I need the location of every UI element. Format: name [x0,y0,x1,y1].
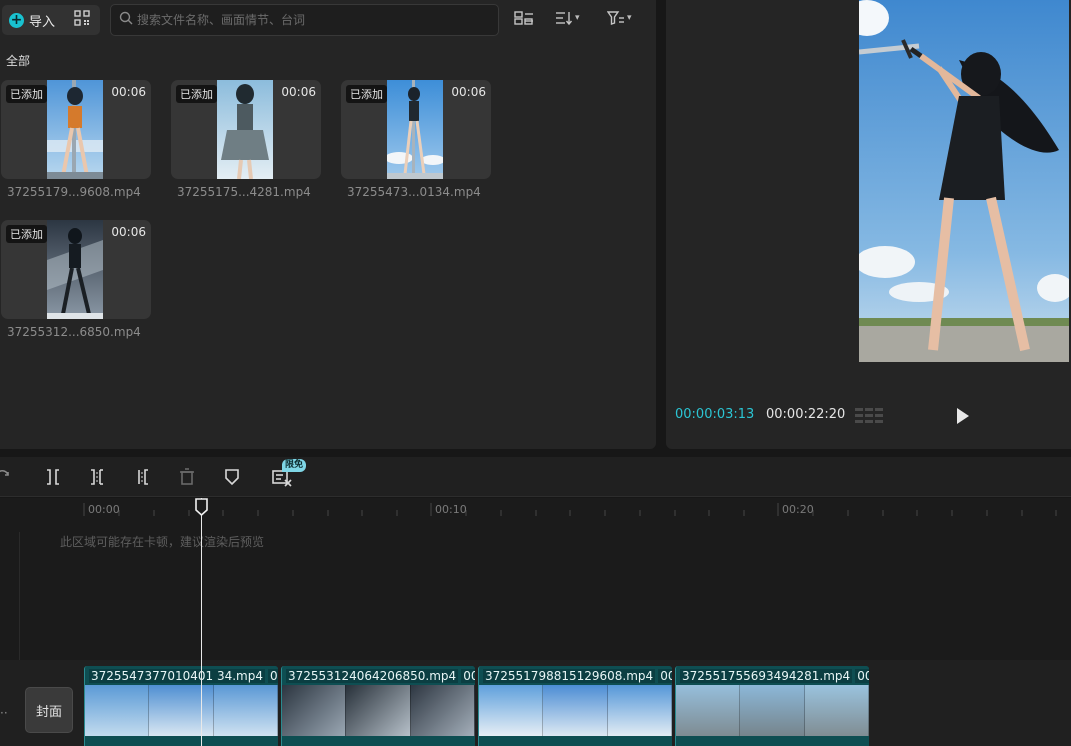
ruler-label: 00:00 [88,503,120,516]
duration-label: 00:06 [281,85,316,99]
file-name: 37255473...0134.mp4 [347,185,481,199]
video-clip[interactable]: 372551798815129608.mp400: [478,666,672,746]
split-icon[interactable] [43,467,63,487]
time-ruler[interactable] [0,498,1071,520]
clip-duration: 00: [268,668,278,683]
total-time: 00:00:22:20 [766,407,846,422]
video-preview[interactable] [859,0,1069,362]
view-toggle-icon[interactable] [514,10,534,26]
duration-label: 00:06 [451,85,486,99]
search-icon [119,11,133,29]
current-time: 00:00:03:13 [675,407,755,422]
media-item[interactable]: 已添加 00:06 37255175...4281.mp4 [171,80,321,199]
track-more-icon[interactable]: ·· [0,706,8,720]
clip-name: 372553124064206850.mp4 [286,668,459,683]
clip-duration: 00: [461,668,475,683]
media-thumbnail[interactable]: 已添加 00:06 [1,80,151,179]
playhead-line[interactable] [201,498,202,746]
redo-icon[interactable] [0,467,14,487]
filter-icon[interactable]: ▾ [607,10,632,26]
media-thumbnail[interactable]: 已添加 00:06 [1,220,151,319]
search-input[interactable] [137,13,477,27]
player-panel: 00:00:03:13 00:00:22:20 [666,0,1071,449]
chevron-down-icon: ▾ [575,13,580,23]
trim-right-icon[interactable] [132,467,152,487]
video-clip[interactable]: 3725547377010401 34.mp400: [84,666,278,746]
media-thumbnail[interactable]: 已添加 00:06 [341,80,491,179]
clip-frames [282,685,475,736]
added-badge: 已添加 [176,85,217,103]
clip-frames [479,685,672,736]
media-item[interactable]: 已添加 00:06 37255312...6850.mp4 [1,220,151,339]
duration-label: 00:06 [111,225,146,239]
qr-code-icon[interactable] [74,10,90,30]
clip-name: 372551755693494281.mp4 [680,668,853,683]
clip-name: 3725547377010401 34.mp4 [89,668,265,683]
clip-duration: 00: [658,668,672,683]
file-name: 37255179...9608.mp4 [7,185,141,199]
sort-icon[interactable]: ▾ [555,10,580,26]
free-badge: 限免 [282,459,307,472]
media-panel: + 导入 ▾ ▾ 全部 [0,0,656,449]
added-badge: 已添加 [6,225,47,243]
trim-left-icon[interactable] [87,467,107,487]
search-box[interactable] [110,4,499,36]
clip-frames [85,685,278,736]
ruler-label: 00:20 [782,503,814,516]
plus-icon: + [9,11,24,28]
chevron-down-icon: ▾ [627,13,632,23]
clip-name: 372551798815129608.mp4 [483,668,656,683]
section-label: 全部 [6,54,31,68]
timeline[interactable]: 00:00 00:10 00:20 此区域可能存在卡顿，建议渲染后预览 ·· 封… [0,498,1071,746]
playhead-handle[interactable] [195,498,208,520]
import-label: 导入 [29,14,56,30]
duration-label: 00:06 [111,85,146,99]
timeline-toolbar [0,457,1071,497]
import-button[interactable]: + 导入 [2,5,100,35]
ruler-label: 00:10 [435,503,467,516]
media-item[interactable]: 已添加 00:06 37255179...9608.mp4 [1,80,151,199]
video-clip[interactable]: 372553124064206850.mp400: [281,666,475,746]
media-item[interactable]: 已添加 00:06 37255473...0134.mp4 [341,80,491,199]
media-thumbnail[interactable]: 已添加 00:06 [171,80,321,179]
marker-icon[interactable] [222,467,242,487]
cover-button[interactable]: 封面 [25,687,73,733]
file-name: 37255175...4281.mp4 [177,185,311,199]
file-name: 37255312...6850.mp4 [7,325,141,339]
added-badge: 已添加 [6,85,47,103]
clip-duration: 00: [855,668,869,683]
aspect-ratio-icon[interactable] [855,407,883,429]
render-warning: 此区域可能存在卡顿，建议渲染后预览 [60,535,265,549]
clip-frames [676,685,869,736]
delete-icon[interactable] [177,467,197,487]
play-button[interactable] [956,407,970,429]
video-clip[interactable]: 372551755693494281.mp400: [675,666,869,746]
added-badge: 已添加 [346,85,387,103]
